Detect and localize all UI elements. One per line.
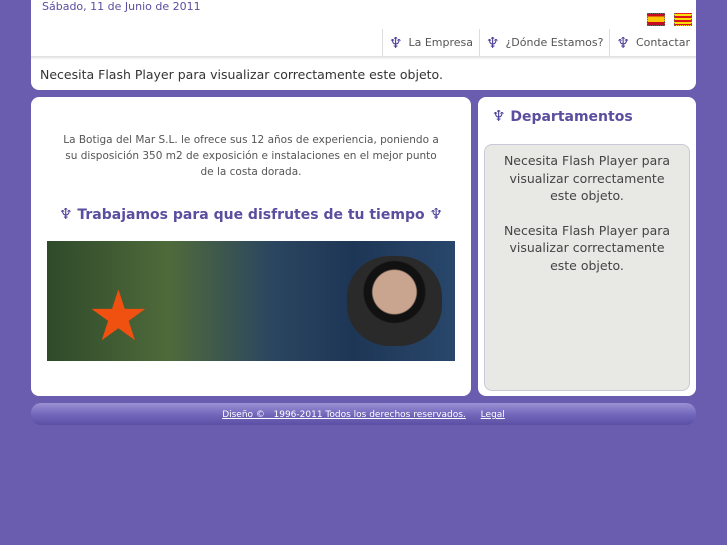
departments-title: ♆ Departamentos: [492, 107, 633, 125]
diver-icon: ♆: [429, 205, 443, 223]
flash-notice: Necesita Flash Player para visualizar co…: [40, 67, 443, 82]
flag-catalonia-icon[interactable]: [674, 13, 692, 26]
diver-mask: [347, 256, 442, 346]
diver-photo: ★: [47, 241, 455, 361]
header: Sábado, 11 de Junio de 2011 ♆ La Empresa …: [31, 0, 696, 90]
menu-item-donde-estamos[interactable]: ♆ ¿Dónde Estamos?: [480, 29, 611, 56]
main-panel: La Botiga del Mar S.L. le ofrece sus 12 …: [31, 97, 471, 396]
language-switcher: [647, 13, 692, 26]
intro-text: La Botiga del Mar S.L. le ofrece sus 12 …: [63, 134, 439, 178]
footer: Diseño © 1996-2011 Todos los derechos re…: [31, 403, 696, 425]
flash-notice: Necesita Flash Player para visualizar co…: [503, 222, 671, 273]
flash-notice: Necesita Flash Player para visualizar co…: [503, 153, 671, 203]
menu-label: La Empresa: [408, 36, 474, 49]
slogan-text: Trabajamos para que disfrutes de tu tiem…: [77, 207, 425, 223]
menu-item-la-empresa[interactable]: ♆ La Empresa: [383, 29, 481, 56]
slogan: ♆ Trabajamos para que disfrutes de tu ti…: [31, 205, 471, 223]
flag-spain-icon[interactable]: [647, 13, 665, 26]
flash-box: Necesita Flash Player para visualizar co…: [484, 144, 690, 391]
menu-label: Contactar: [635, 36, 690, 49]
starfish-icon: ★: [87, 275, 150, 357]
divider: [31, 56, 696, 60]
menu-item-contactar[interactable]: ♆ Contactar: [610, 29, 696, 56]
menu-label: ¿Dónde Estamos?: [505, 36, 604, 49]
departments-title-text: Departamentos: [510, 109, 633, 125]
diver-icon: ♆: [59, 205, 73, 223]
legal-link[interactable]: Legal: [481, 410, 505, 420]
diver-icon: ♆: [486, 33, 500, 52]
diver-icon: ♆: [492, 107, 506, 125]
departments-panel: ♆ Departamentos Necesita Flash Player pa…: [478, 97, 696, 396]
top-menu: ♆ La Empresa ♆ ¿Dónde Estamos? ♆ Contactar: [382, 29, 696, 57]
diver-icon: ♆: [616, 33, 630, 52]
copyright-link[interactable]: Diseño © 1996-2011 Todos los derechos re…: [222, 410, 466, 420]
date: Sábado, 11 de Junio de 2011: [42, 0, 201, 13]
diver-icon: ♆: [389, 33, 403, 52]
